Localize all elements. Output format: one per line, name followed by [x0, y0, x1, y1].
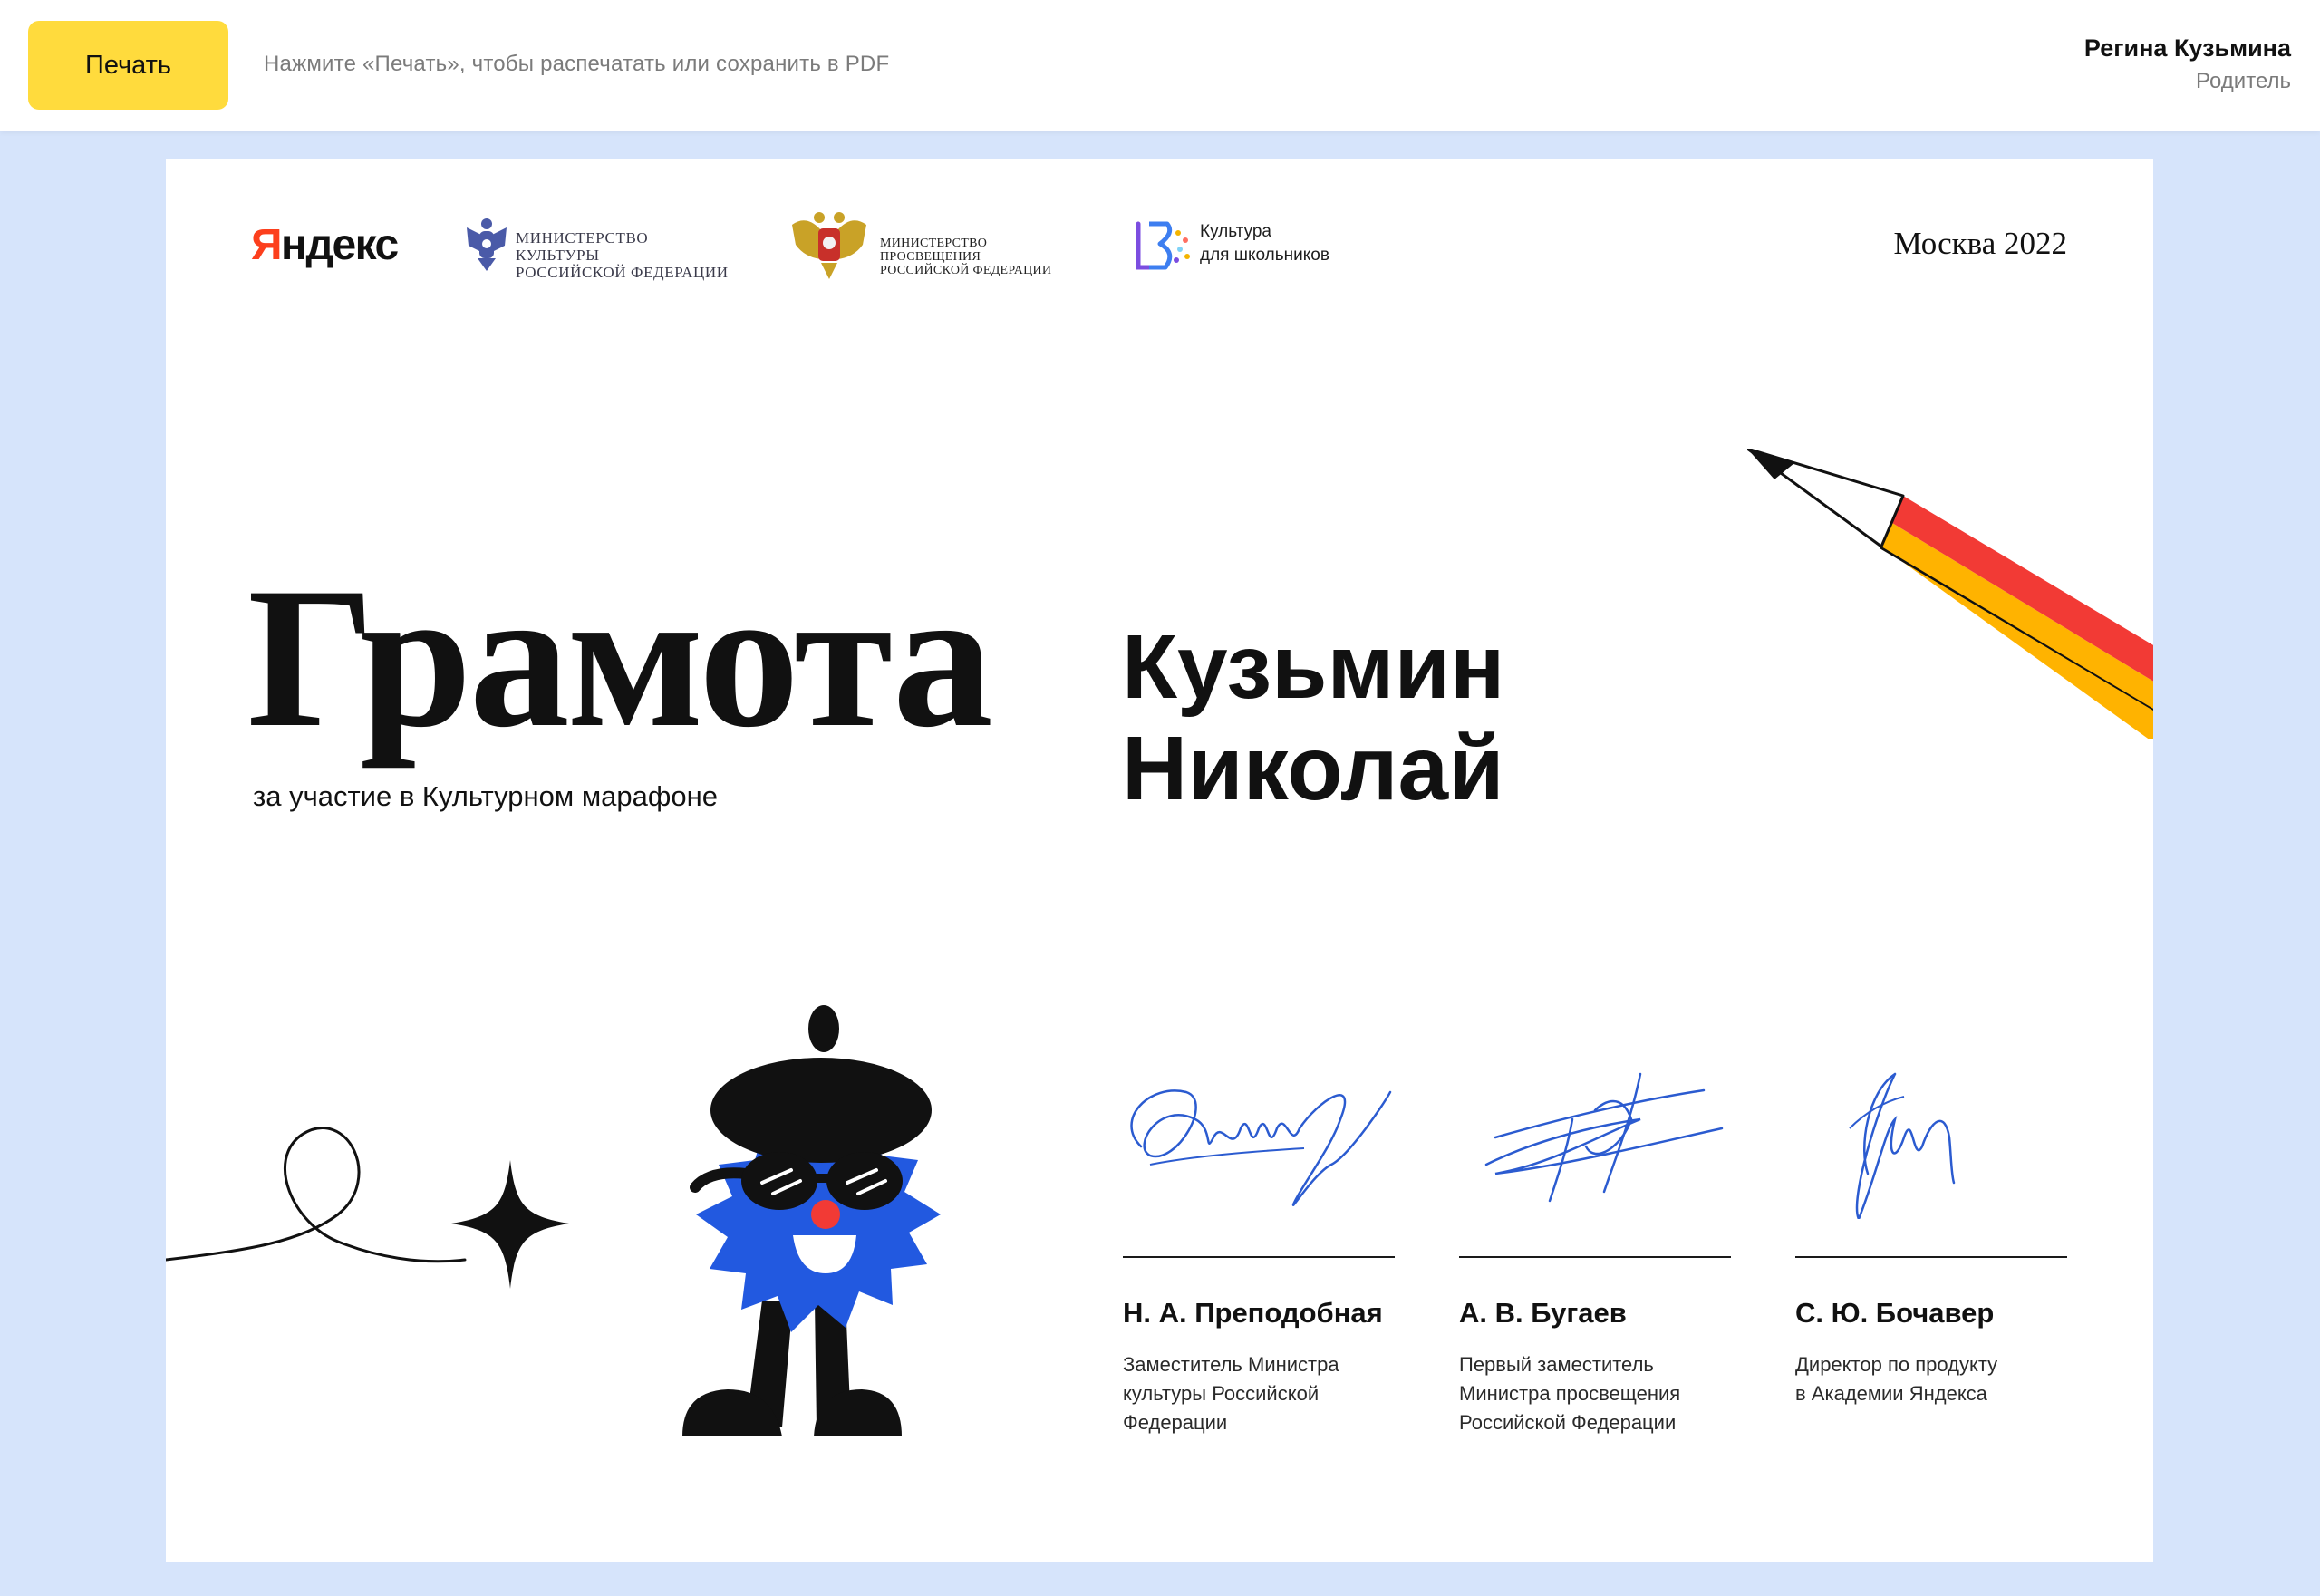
- signer-role: Заместитель Министра культуры Российской…: [1123, 1353, 1339, 1434]
- eagle-emblem-icon: [467, 218, 507, 271]
- eagle-coat-of-arms-icon: [792, 212, 866, 279]
- signature-line: [1123, 1256, 1395, 1258]
- print-button[interactable]: Печать: [28, 21, 228, 110]
- signature-line: [1795, 1256, 2067, 1258]
- recipient-name: Кузьмин Николай: [1122, 616, 1666, 819]
- signature-2: [1484, 1072, 1724, 1203]
- signer-name: С. Ю. Бочавер: [1795, 1297, 1995, 1329]
- top-bar: Печать Нажмите «Печать», чтобы распечата…: [0, 0, 2320, 131]
- kdsh-logo-icon: [1136, 221, 1190, 270]
- certificate-title: Грамота: [247, 547, 993, 769]
- certificate: Яндекс МИНИСТЕРСТВО КУЛЬТУРЫ РОССИЙСКОЙ …: [166, 159, 2153, 1562]
- signer-role: Директор по продукту в Академии Яндекса: [1795, 1353, 1998, 1405]
- kdsh-label: Культура для школьников: [1200, 222, 1329, 265]
- signer-name: Н. А. Преподобная: [1123, 1297, 1383, 1329]
- user-role: Родитель: [2196, 69, 2291, 93]
- signature-3: [1849, 1072, 1956, 1219]
- recipient-first-name: Николай: [1122, 718, 1504, 819]
- pencil-icon: [1747, 449, 2153, 739]
- signer-role: Первый заместитель Министра просвещения …: [1459, 1353, 1681, 1434]
- sparkle-star-icon: [166, 1127, 569, 1289]
- user-name[interactable]: Регина Кузьмина: [2084, 34, 2291, 63]
- beret-mascot-icon: [682, 1005, 941, 1436]
- signature-1: [1130, 1089, 1392, 1206]
- print-hint: Нажмите «Печать», чтобы распечатать или …: [264, 52, 890, 76]
- recipient-last-name: Кузьмин: [1122, 616, 1505, 718]
- yandex-logo: Яндекс: [251, 221, 399, 269]
- signer-name: А. В. Бугаев: [1459, 1297, 1627, 1329]
- ministry-education-label: МИНИСТЕРСТВО ПРОСВЕЩЕНИЯ РОССИЙСКОЙ ФЕДЕ…: [880, 237, 1052, 277]
- certificate-subtitle: за участие в Культурном марафоне: [253, 780, 718, 812]
- city-year: Москва 2022: [1893, 226, 2067, 261]
- signature-line: [1459, 1256, 1731, 1258]
- ministry-culture-label: МИНИСТЕРСТВО КУЛЬТУРЫ РОССИЙСКОЙ ФЕДЕРАЦ…: [516, 229, 729, 281]
